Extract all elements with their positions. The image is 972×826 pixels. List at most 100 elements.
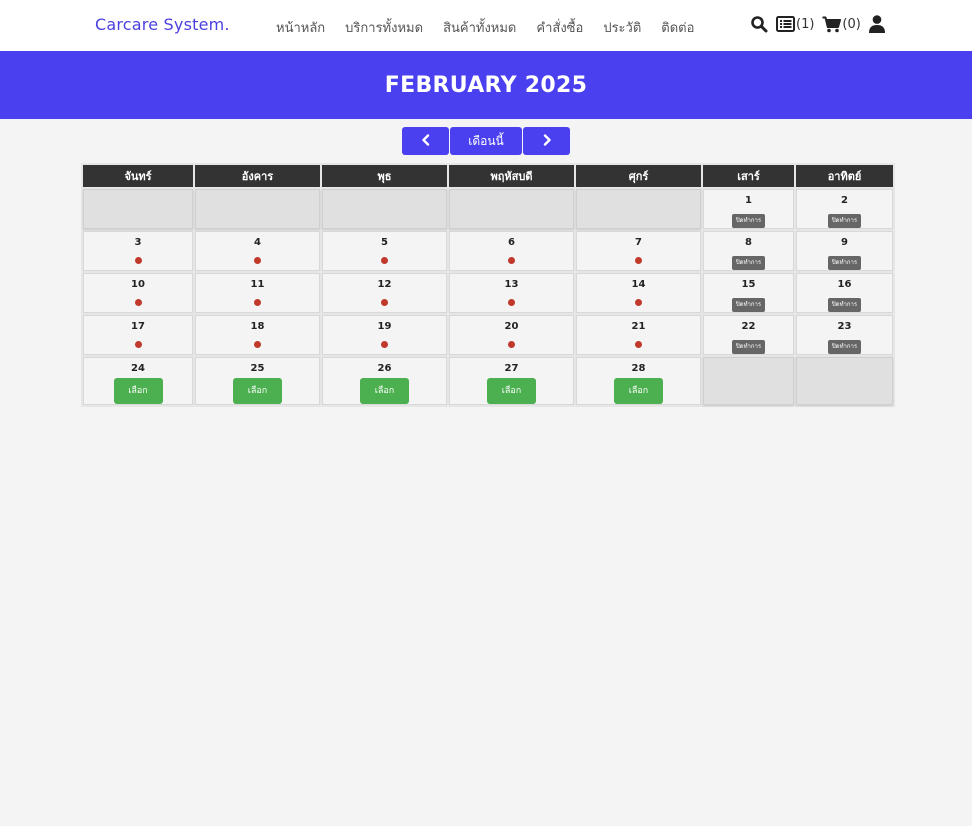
calendar-day-cell[interactable]: 27 เลือก: [449, 357, 574, 405]
booked-dot-icon: [254, 257, 261, 264]
nav-contact[interactable]: ติดต่อ: [661, 17, 694, 38]
day-number: 24: [131, 363, 145, 374]
calendar-day-cell: 18: [195, 315, 320, 355]
calendar-day-cell[interactable]: 24 เลือก: [83, 357, 193, 405]
nav-history[interactable]: ประวัติ: [603, 17, 641, 38]
closed-badge: ปิดทำการ: [731, 214, 766, 228]
weekday-header: พุธ: [322, 165, 447, 187]
select-day-button[interactable]: เลือก: [360, 378, 409, 404]
select-day-button[interactable]: เลือก: [233, 378, 282, 404]
next-month-button[interactable]: [523, 127, 570, 155]
select-day-button[interactable]: เลือก: [614, 378, 663, 404]
list-count: (1): [796, 16, 815, 32]
day-number: 20: [504, 321, 519, 332]
nav-services[interactable]: บริการทั้งหมด: [345, 17, 423, 38]
month-controls: เดือนนี้: [402, 127, 570, 155]
current-month-button[interactable]: เดือนนี้: [450, 127, 522, 155]
day-number: 10: [131, 279, 145, 290]
header-actions: (1) (0): [750, 15, 885, 33]
nav-products[interactable]: สินค้าทั้งหมด: [443, 17, 516, 38]
weekday-header: เสาร์: [703, 165, 794, 187]
nav-orders[interactable]: คำสั่งซื้อ: [536, 17, 583, 38]
calendar-day-cell: 10: [83, 273, 193, 313]
calendar-day-cell[interactable]: 25 เลือก: [195, 357, 320, 405]
weekday-header: ศุกร์: [576, 165, 701, 187]
closed-badge: ปิดทำการ: [731, 340, 766, 354]
user-icon[interactable]: [868, 15, 885, 33]
calendar-day-cell: 4: [195, 231, 320, 271]
day-number: 13: [504, 279, 519, 290]
closed-badge: ปิดทำการ: [827, 214, 862, 228]
day-number: 14: [631, 279, 646, 290]
month-banner: FEBRUARY 2025: [0, 51, 972, 119]
calendar-day-cell: 16 ปิดทำการ: [796, 273, 893, 313]
calendar-week-row: 17 18 19 20 21 22 ปิดทำการ 23 ปิดทำการ: [83, 315, 893, 355]
calendar-day-cell: 6: [449, 231, 574, 271]
closed-badge: ปิดทำการ: [827, 298, 862, 312]
calendar-day-cell: 11: [195, 273, 320, 313]
booked-dot-icon: [635, 299, 642, 306]
weekday-header: จันทร์: [83, 165, 193, 187]
list-icon: [776, 16, 795, 32]
day-number: 3: [134, 237, 142, 248]
day-number: 16: [837, 279, 852, 290]
empty-day-cell: [576, 189, 701, 229]
top-navbar: Carcare System. หน้าหลัก บริการทั้งหมด ส…: [0, 0, 972, 51]
chevron-left-icon: [421, 133, 431, 149]
month-title: FEBRUARY 2025: [384, 72, 588, 98]
prev-month-button[interactable]: [402, 127, 449, 155]
calendar-day-cell[interactable]: 28 เลือก: [576, 357, 701, 405]
cart-button[interactable]: (0): [822, 16, 861, 33]
booked-dot-icon: [635, 257, 642, 264]
empty-day-cell: [195, 189, 320, 229]
booked-dot-icon: [381, 341, 388, 348]
calendar-day-cell: 14: [576, 273, 701, 313]
weekday-header: อาทิตย์: [796, 165, 893, 187]
select-day-button[interactable]: เลือก: [113, 378, 163, 404]
day-number: 17: [131, 321, 145, 332]
day-number: 6: [508, 237, 515, 248]
day-number: 1: [745, 195, 752, 206]
day-number: 19: [377, 321, 392, 332]
day-number: 18: [250, 321, 265, 332]
calendar-week-row: 3 4 5 6 7 8 ปิดทำการ 9 ปิดทำการ: [83, 231, 893, 271]
closed-badge: ปิดทำการ: [731, 298, 766, 312]
day-number: 11: [250, 279, 265, 290]
calendar-day-cell: 2 ปิดทำการ: [796, 189, 893, 229]
calendar-day-cell: 3: [83, 231, 193, 271]
booked-dot-icon: [134, 299, 142, 306]
booked-dot-icon: [381, 299, 388, 306]
search-icon[interactable]: [750, 15, 768, 33]
booked-dot-icon: [134, 257, 142, 264]
select-day-button[interactable]: เลือก: [487, 378, 536, 404]
day-number: 23: [837, 321, 852, 332]
day-number: 4: [254, 237, 261, 248]
calendar-day-cell: 23 ปิดทำการ: [796, 315, 893, 355]
calendar-day-cell: 15 ปิดทำการ: [703, 273, 794, 313]
booked-dot-icon: [254, 341, 261, 348]
calendar-day-cell: 1 ปิดทำการ: [703, 189, 794, 229]
booking-list-button[interactable]: (1): [776, 16, 814, 32]
day-number: 21: [631, 321, 646, 332]
day-number: 27: [504, 363, 519, 374]
empty-day-cell: [322, 189, 447, 229]
day-number: 5: [381, 237, 388, 248]
main-nav: หน้าหลัก บริการทั้งหมด สินค้าทั้งหมด คำส…: [276, 17, 694, 38]
day-number: 8: [745, 237, 752, 248]
empty-day-cell: [449, 189, 574, 229]
day-number: 22: [741, 321, 756, 332]
day-number: 9: [841, 237, 848, 248]
calendar-day-cell: 7: [576, 231, 701, 271]
closed-badge: ปิดทำการ: [827, 256, 862, 270]
day-number: 2: [841, 195, 848, 206]
day-number: 7: [635, 237, 642, 248]
booked-dot-icon: [134, 341, 142, 348]
weekday-header: พฤหัสบดี: [449, 165, 574, 187]
calendar-day-cell[interactable]: 26 เลือก: [322, 357, 447, 405]
calendar-day-cell: 22 ปิดทำการ: [703, 315, 794, 355]
booked-dot-icon: [508, 341, 515, 348]
booked-dot-icon: [381, 257, 388, 264]
nav-home[interactable]: หน้าหลัก: [276, 17, 325, 38]
brand-logo[interactable]: Carcare System.: [95, 15, 230, 34]
empty-day-cell: [703, 357, 794, 405]
